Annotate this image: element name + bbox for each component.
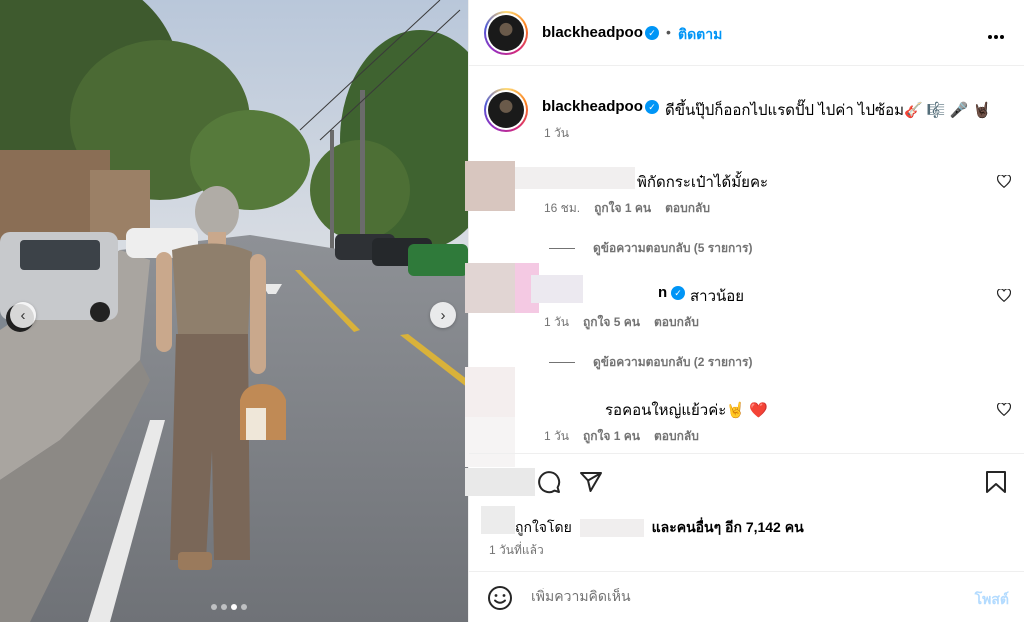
reply-button[interactable]: ตอบกลับ: [665, 201, 710, 215]
bookmark-icon[interactable]: [985, 470, 1007, 499]
post-panel: blackheadpoo ✓ • ติดตาม blackheadpoo ✓ ด…: [465, 0, 1024, 622]
caption-time: 1 วัน: [544, 126, 569, 140]
post-header: blackheadpoo ✓ • ติดตาม: [469, 0, 1024, 66]
comments-list: blackheadpoo ✓ ดีขึ้นปุ๊ปก็ออกไปแรดปั๊ป …: [465, 67, 1024, 467]
heart-icon[interactable]: [996, 402, 1012, 419]
verified-badge-icon: ✓: [671, 286, 685, 300]
comment-avatar-blurred: [465, 161, 515, 211]
comment-avatar-blurred: [465, 367, 515, 417]
action-bar: [465, 453, 1024, 511]
street-photo: [0, 0, 468, 622]
post-comment-button[interactable]: โพสต์: [975, 589, 1009, 611]
reply-button[interactable]: ตอบกลับ: [654, 429, 699, 443]
likes-count: และคนอื่นๆ อีก 7,142 คน: [651, 519, 804, 535]
comment-meta: 1 วัน ถูกใจ 5 คน ตอบกลับ: [544, 313, 713, 332]
view-replies-button[interactable]: ดูข้อความตอบกลับ (5 รายการ): [549, 239, 752, 258]
post-time-ago: 1 วันที่แล้ว: [489, 543, 544, 557]
caption-text: ดีขึ้นปุ๊ปก็ออกไปแรดปั๊ป ไปค่า ไปซ้อม🎸 🎼…: [665, 102, 992, 119]
carousel-dot: [241, 604, 247, 610]
chevron-right-icon[interactable]: ›: [430, 302, 456, 328]
liker-avatar-blurred: [481, 506, 515, 534]
comment-icon[interactable]: [537, 470, 561, 499]
liker-username-blurred: [579, 519, 644, 538]
view-replies-button[interactable]: ดูข้อความตอบกลับ (2 รายการ): [549, 353, 752, 372]
comment-meta: 16 ชม. ถูกใจ 1 คน ตอบกลับ: [544, 199, 724, 218]
heart-icon[interactable]: [996, 174, 1012, 191]
carousel-dot: [221, 604, 227, 610]
comment-text: รอคอนใหญ่แย้วค่ะ🤘 ❤️: [605, 402, 768, 419]
verified-badge-icon: ✓: [645, 26, 659, 40]
share-icon[interactable]: [579, 470, 603, 499]
likes-prefix: ถูกใจโดย: [515, 519, 572, 535]
comment-input[interactable]: [531, 588, 951, 604]
likes-summary[interactable]: ถูกใจโดย และคนอื่นๆ อีก 7,142 คน: [515, 517, 804, 539]
comment-time: 1 วัน: [544, 429, 569, 443]
comment-username-blurred: [531, 275, 583, 303]
avatar[interactable]: [484, 11, 528, 55]
post-photo: ‹ ›: [0, 0, 468, 622]
comment-likes[interactable]: ถูกใจ 1 คน: [594, 201, 651, 215]
comment-username-tail[interactable]: n: [658, 284, 667, 301]
carousel-dot: [211, 604, 217, 610]
chevron-left-icon[interactable]: ‹: [10, 302, 36, 328]
carousel-dots: [211, 604, 247, 610]
comment-time: 1 วัน: [544, 315, 569, 329]
follow-button[interactable]: ติดตาม: [678, 24, 722, 46]
comment-likes[interactable]: ถูกใจ 5 คน: [583, 315, 640, 329]
caption-avatar[interactable]: [484, 88, 528, 132]
verified-badge-icon: ✓: [645, 100, 659, 114]
header-separator: •: [666, 24, 671, 40]
comment-time: 16 ชม.: [544, 201, 581, 215]
comment-meta: 1 วัน ถูกใจ 1 คน ตอบกลับ: [544, 427, 713, 446]
comment-box: โพสต์: [469, 571, 1024, 622]
blurred-overlay: [465, 468, 535, 496]
emoji-icon[interactable]: [487, 585, 513, 616]
carousel-dot-active: [231, 604, 237, 610]
more-options-icon[interactable]: [987, 20, 1005, 46]
reply-button[interactable]: ตอบกลับ: [654, 315, 699, 329]
caption-username[interactable]: blackheadpoo: [542, 98, 643, 115]
post-username[interactable]: blackheadpoo: [542, 24, 643, 41]
comment-avatar-blurred: [465, 263, 515, 313]
heart-icon[interactable]: [996, 288, 1012, 305]
comment-text: พิกัดกระเป๋าได้มั้ยคะ: [637, 174, 769, 191]
comment-likes[interactable]: ถูกใจ 1 คน: [583, 429, 640, 443]
comment-username-blurred: [515, 167, 635, 189]
comment-text: สาวน้อย: [690, 288, 745, 305]
